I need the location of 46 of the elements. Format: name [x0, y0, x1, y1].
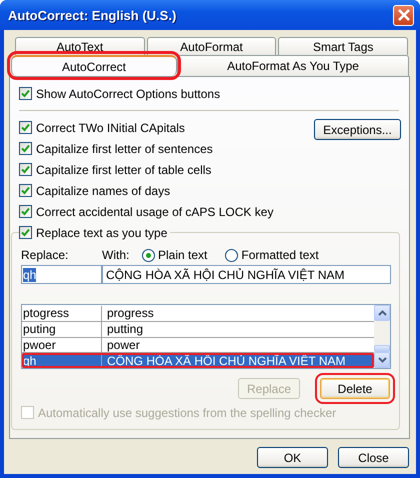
tab[interactable]: Smart Tags [278, 37, 408, 55]
with-field[interactable]: CỘNG HÒA XÃ HỘI CHỦ NGHĨA VIỆT NAM [102, 265, 391, 284]
checkbox-label: Correct TWo INitial CApitals [36, 120, 185, 134]
checkbox-label: Replace text as you type [36, 226, 168, 240]
scroll-up-icon[interactable] [374, 305, 390, 321]
checkbox[interactable] [19, 205, 32, 218]
checkbox[interactable] [19, 163, 32, 176]
radio-button[interactable] [142, 248, 155, 262]
checkbox[interactable] [19, 184, 32, 197]
checkbox-label: Capitalize names of days [36, 184, 170, 198]
replace-field[interactable]: qh [21, 265, 102, 284]
replace-label: Replace: [21, 248, 70, 262]
table-cell-text: power [106, 338, 140, 352]
scroll-thumb[interactable] [374, 345, 390, 352]
close-icon [398, 9, 410, 21]
close-button[interactable] [393, 4, 414, 26]
scroll-down-icon[interactable] [374, 352, 390, 368]
radio-button[interactable] [225, 248, 238, 262]
dialog-button[interactable]: Close [338, 447, 409, 468]
table-cell: ptogress [22, 306, 102, 321]
exceptions-button[interactable]: Exceptions... [314, 119, 401, 140]
checkbox[interactable] [19, 87, 32, 100]
checkbox-label: Automatically use suggestions from the spelling checker [38, 406, 336, 420]
list-row[interactable]: ptogress progress [22, 306, 374, 322]
tab[interactable]: AutoFormat [146, 37, 276, 55]
table-cell: puting [22, 322, 102, 336]
radio-label: Plain text [158, 248, 208, 262]
checkbox-label: Correct accidental usage of cAPS LOCK key [36, 204, 274, 218]
dialog-button[interactable]: OK [257, 447, 328, 468]
checkbox-label: Show AutoCorrect Options buttons [36, 86, 220, 100]
table-cell-text: progress [106, 306, 154, 320]
checkbox[interactable] [19, 121, 32, 134]
checkbox[interactable] [19, 142, 32, 155]
scrollbar[interactable] [374, 305, 390, 368]
radio-label: Formatted text [241, 248, 319, 262]
table-cell-text: CỘNG HÒA XÃ HỘI CHỦ NGHĨA VIỆT NAM [106, 354, 346, 368]
table-cell: pwoer [22, 338, 102, 352]
window-title: AutoCorrect: English (U.S.) [8, 8, 176, 22]
checkbox-label: Capitalize first letter of table cells [36, 162, 212, 176]
table-cell-text: putting [106, 322, 144, 336]
list-row[interactable]: puting putting [22, 322, 374, 338]
checkbox[interactable] [19, 226, 32, 239]
selected-text: qh [23, 268, 36, 282]
with-label: With: [102, 248, 130, 262]
tab[interactable]: AutoFormat As You Type [177, 55, 409, 76]
checkbox-label: Capitalize first letter of sentences [36, 142, 213, 156]
